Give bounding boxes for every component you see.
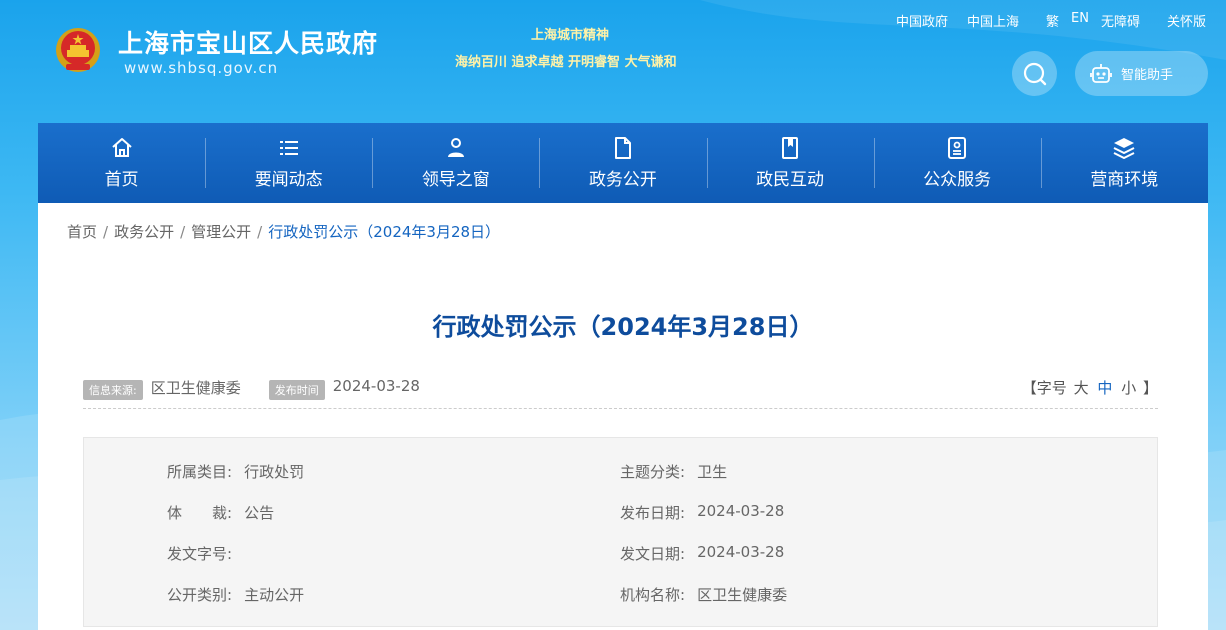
nav-item-interaction[interactable]: 政民互动	[706, 123, 874, 203]
nav-item-gov-affairs[interactable]: 政务公开	[539, 123, 706, 203]
info-org-value: 区卫生健康委	[697, 586, 788, 604]
info-doc-date-value: 2024-03-28	[697, 543, 785, 561]
info-pub-date-value: 2024-03-28	[697, 502, 785, 520]
breadcrumb-separator: /	[103, 222, 109, 241]
breadcrumb-separator: /	[180, 222, 186, 241]
document-icon	[614, 137, 631, 159]
link-traditional-chinese[interactable]: 繁	[1046, 11, 1059, 30]
nav-item-business-env[interactable]: 营商环境	[1040, 123, 1208, 203]
info-genre-value: 公告	[244, 504, 275, 522]
font-size-medium[interactable]: 中	[1097, 379, 1112, 397]
book-icon	[782, 137, 799, 159]
link-english[interactable]: EN	[1071, 11, 1089, 30]
list-icon	[279, 141, 298, 155]
city-spirit-slogan: 海纳百川 追求卓越 开明睿智 大气谦和	[455, 55, 677, 70]
link-care-version[interactable]: 关怀版	[1167, 11, 1206, 30]
info-category-label: 所属类目:	[167, 463, 233, 481]
link-accessibility[interactable]: 无障碍	[1101, 11, 1140, 30]
nav-label: 政民互动	[756, 170, 825, 190]
info-org-label: 机构名称:	[620, 586, 686, 604]
source-value: 区卫生健康委	[150, 379, 241, 397]
top-links: 中国政府 中国上海 繁 EN 无障碍 关怀版	[877, 11, 1206, 30]
layers-icon	[1113, 138, 1135, 159]
smart-assistant-label: 智能助手	[1121, 68, 1174, 83]
nav-label: 首页	[104, 170, 139, 190]
breadcrumb-current[interactable]: 行政处罚公示（2024年3月28日）	[268, 221, 500, 242]
info-category: 所属类目: 行政处罚	[167, 461, 304, 482]
nav-item-home[interactable]: 首页	[38, 123, 205, 203]
smart-assistant-button[interactable]: 智能助手	[1075, 51, 1208, 96]
info-pub-date-label: 发布日期:	[620, 504, 686, 522]
breadcrumb-management[interactable]: 管理公开	[191, 221, 251, 242]
font-size-large[interactable]: 大	[1074, 379, 1089, 397]
nav-label: 领导之窗	[421, 170, 490, 190]
info-open-type-value: 主动公开	[244, 586, 305, 604]
date-value: 2024-03-28	[332, 377, 420, 395]
link-shanghai[interactable]: 中国上海	[967, 11, 1019, 30]
main-content: 首页 / 政务公开 / 管理公开 / 行政处罚公示（2024年3月28日） 行政…	[38, 203, 1208, 630]
city-spirit-title: 上海城市精神	[531, 28, 610, 43]
site-title: 上海市宝山区人民政府	[118, 29, 379, 58]
info-open-type-label: 公开类别:	[167, 586, 233, 604]
nav-item-public-service[interactable]: 公众服务	[873, 123, 1041, 203]
robot-icon	[1090, 63, 1112, 83]
home-icon	[111, 138, 132, 157]
nav-item-leaders[interactable]: 领导之窗	[372, 123, 539, 203]
info-category-value: 行政处罚	[244, 463, 305, 481]
main-nav: 首页 要闻动态 领导之窗 政务公开 政民互动 公众服务 营商环境	[38, 123, 1208, 203]
info-doc-no: 发文字号:	[167, 543, 244, 564]
info-doc-no-label: 发文字号:	[167, 545, 233, 563]
info-genre-label: 体 裁:	[167, 504, 233, 522]
info-genre: 体 裁: 公告	[167, 502, 274, 523]
nav-label: 要闻动态	[254, 170, 323, 190]
source-tag: 信息来源:	[83, 380, 143, 400]
national-emblem-icon	[56, 28, 100, 72]
info-doc-date-label: 发文日期:	[620, 545, 686, 563]
site-url: www.shbsq.gov.cn	[124, 59, 279, 77]
document-info-box: 所属类目: 行政处罚 主题分类: 卫生 体 裁: 公告 发布日期: 2024-0…	[83, 437, 1158, 627]
font-size-small[interactable]: 小	[1121, 379, 1136, 397]
info-topic-value: 卫生	[697, 463, 728, 481]
breadcrumb: 首页 / 政务公开 / 管理公开 / 行政处罚公示（2024年3月28日）	[67, 221, 500, 242]
link-china-gov[interactable]: 中国政府	[896, 11, 948, 30]
font-size-label-open: 【字号	[1021, 379, 1067, 397]
date-tag: 发布时间	[268, 380, 325, 400]
nav-label: 公众服务	[923, 170, 992, 190]
info-topic: 主题分类: 卫生	[620, 461, 727, 482]
font-size-switcher: 【字号 大 中 小 】	[1022, 377, 1158, 398]
font-size-label-close: 】	[1142, 379, 1158, 397]
search-button[interactable]	[1012, 51, 1057, 96]
info-pub-date: 发布日期: 2024-03-28	[620, 502, 784, 523]
site-header: 上海市宝山区人民政府 www.shbsq.gov.cn 上海城市精神 海纳百川 …	[0, 0, 1226, 123]
info-open-type: 公开类别: 主动公开	[167, 584, 304, 605]
search-icon	[1023, 62, 1046, 85]
nav-label: 营商环境	[1090, 170, 1159, 190]
nav-label: 政务公开	[588, 170, 657, 190]
person-icon	[447, 138, 464, 157]
breadcrumb-gov-affairs[interactable]: 政务公开	[114, 221, 174, 242]
info-topic-label: 主题分类:	[620, 463, 686, 481]
info-doc-date: 发文日期: 2024-03-28	[620, 543, 784, 564]
article-title: 行政处罚公示（2024年3月28日）	[432, 313, 814, 341]
info-org: 机构名称: 区卫生健康委	[620, 584, 787, 605]
article-meta: 信息来源: 区卫生健康委 发布时间 2024-03-28 【字号 大 中 小 】	[83, 377, 1158, 409]
nav-item-news[interactable]: 要闻动态	[205, 123, 372, 203]
breadcrumb-separator: /	[257, 222, 263, 241]
service-icon	[948, 137, 967, 159]
breadcrumb-home[interactable]: 首页	[67, 221, 97, 242]
